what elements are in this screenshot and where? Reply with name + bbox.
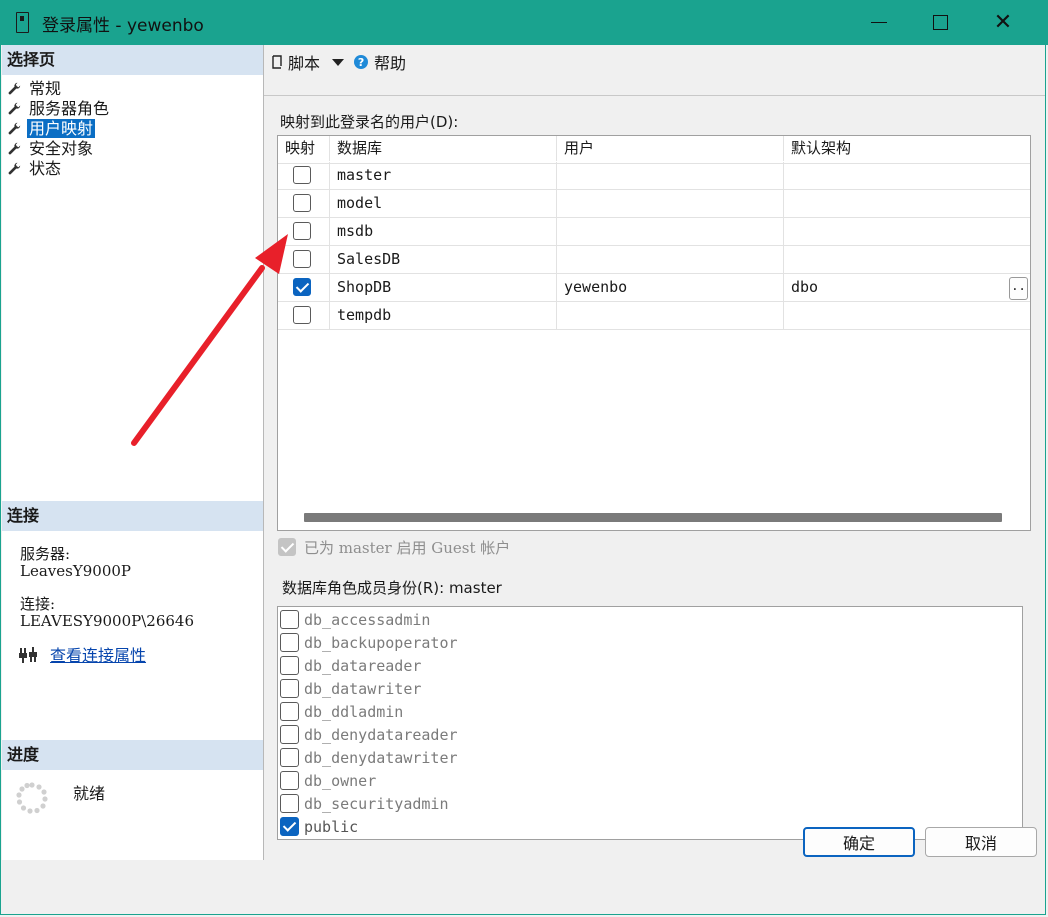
window-frame: [0, 0, 1046, 915]
